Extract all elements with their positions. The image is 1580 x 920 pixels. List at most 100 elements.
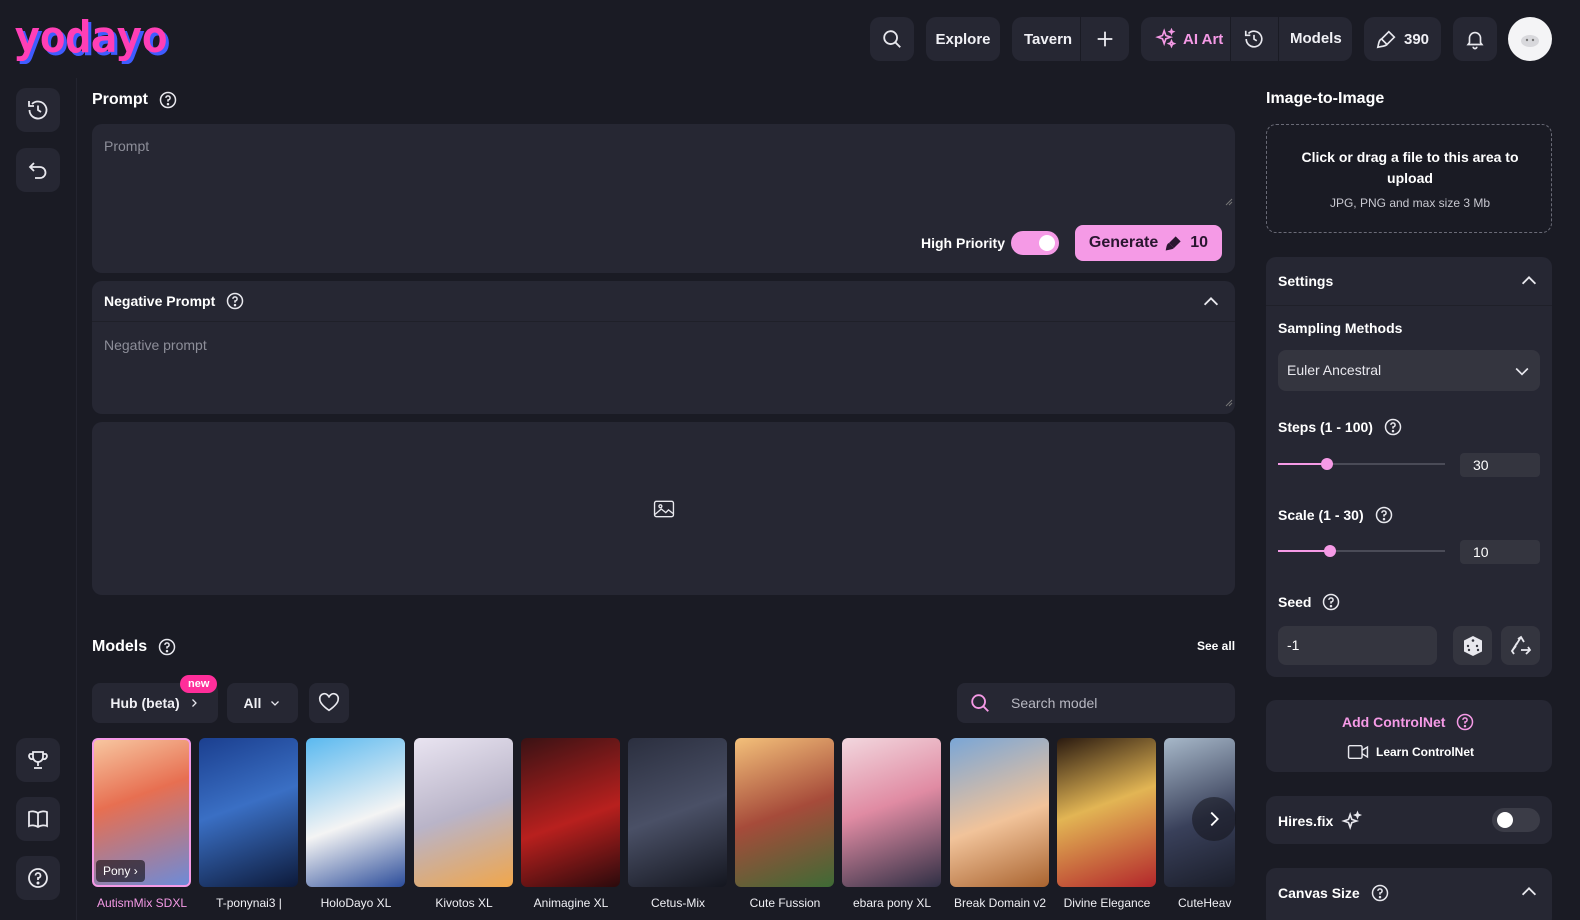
prompt-title: Prompt bbox=[92, 91, 148, 108]
chevron-up-icon[interactable] bbox=[1518, 881, 1540, 903]
model-search-field[interactable]: Search model bbox=[957, 683, 1235, 723]
sampling-method-select[interactable]: Euler Ancestral bbox=[1278, 350, 1540, 391]
upload-limits: JPG, PNG and max size 3 Mb bbox=[1329, 196, 1491, 210]
model-card-label[interactable]: ebara pony XL bbox=[837, 896, 947, 910]
model-card-label[interactable]: Divine Elegance bbox=[1052, 896, 1162, 910]
add-button[interactable] bbox=[1094, 28, 1116, 54]
model-card-label[interactable]: HoloDayo XL bbox=[301, 896, 411, 910]
help-icon[interactable] bbox=[1383, 417, 1403, 437]
negative-prompt-input[interactable]: Negative prompt bbox=[104, 337, 207, 353]
model-card-label[interactable]: Break Domain v2 bbox=[945, 896, 1055, 910]
model-card-label[interactable]: CuteHeav bbox=[1164, 896, 1239, 910]
sampling-method-value: Euler Ancestral bbox=[1287, 362, 1382, 378]
rail-history-button[interactable] bbox=[16, 88, 60, 132]
hires-fix-label: Hires.fix bbox=[1278, 813, 1334, 829]
help-icon[interactable] bbox=[225, 291, 245, 311]
model-card-label[interactable]: T-ponynai3 | bbox=[194, 896, 304, 910]
help-icon bbox=[28, 868, 48, 888]
hires-fix-toggle[interactable] bbox=[1492, 808, 1540, 832]
generate-label: Generate bbox=[1088, 234, 1159, 251]
chevron-right-icon bbox=[1210, 811, 1219, 827]
model-card[interactable] bbox=[414, 738, 513, 887]
help-icon[interactable] bbox=[158, 90, 178, 110]
search-button[interactable] bbox=[870, 17, 914, 61]
prompt-heading: Prompt bbox=[92, 90, 178, 110]
history-button[interactable] bbox=[1243, 28, 1265, 54]
bell-icon bbox=[1466, 31, 1484, 50]
model-card-label[interactable]: AutismMix SDXL bbox=[87, 896, 197, 910]
model-card[interactable] bbox=[199, 738, 298, 887]
reuse-seed-button[interactable] bbox=[1501, 626, 1540, 665]
user-avatar[interactable] bbox=[1508, 17, 1552, 61]
scale-slider-thumb[interactable] bbox=[1324, 545, 1336, 557]
resize-handle-icon[interactable] bbox=[1225, 399, 1233, 407]
tavern-button[interactable]: Tavern bbox=[1024, 31, 1072, 48]
scale-input[interactable]: 10 bbox=[1460, 540, 1540, 564]
help-icon[interactable] bbox=[1455, 712, 1475, 732]
model-card[interactable] bbox=[521, 738, 620, 887]
help-icon[interactable] bbox=[1370, 883, 1390, 903]
dice-icon bbox=[1463, 635, 1482, 656]
ai-art-label: AI Art bbox=[1183, 30, 1224, 48]
add-controlnet-button[interactable]: Add ControlNet bbox=[1342, 712, 1475, 732]
image-placeholder-icon bbox=[653, 500, 675, 518]
avatar-icon bbox=[1521, 35, 1539, 47]
video-icon bbox=[1347, 744, 1369, 760]
see-all-link[interactable]: See all bbox=[1197, 639, 1235, 653]
carousel-next-button[interactable] bbox=[1192, 797, 1236, 841]
learn-controlnet-label: Learn ControlNet bbox=[1376, 745, 1475, 759]
search-icon bbox=[883, 30, 901, 48]
generate-button[interactable]: Generate 10 bbox=[1075, 225, 1222, 261]
rail-book-button[interactable] bbox=[16, 797, 60, 841]
steps-input[interactable]: 30 bbox=[1460, 453, 1540, 477]
image-upload-dropzone[interactable]: Click or drag a file to this area to upl… bbox=[1266, 124, 1552, 233]
filter-label: All bbox=[243, 695, 262, 711]
canvas-size-heading: Canvas Size bbox=[1278, 883, 1390, 903]
steps-slider-thumb[interactable] bbox=[1321, 458, 1333, 470]
model-filter-dropdown[interactable]: All bbox=[227, 683, 298, 723]
favorites-button[interactable] bbox=[309, 683, 349, 723]
model-card[interactable] bbox=[628, 738, 727, 887]
model-card-label[interactable]: Cute Fussion bbox=[730, 896, 840, 910]
resize-handle-icon[interactable] bbox=[1225, 198, 1233, 206]
brush-credit-icon bbox=[1165, 236, 1181, 251]
base-model-tag[interactable]: Pony › bbox=[96, 860, 145, 882]
model-card[interactable] bbox=[950, 738, 1049, 887]
rail-trophy-button[interactable] bbox=[16, 738, 60, 782]
random-seed-button[interactable] bbox=[1453, 626, 1492, 665]
sparkles-icon bbox=[1155, 28, 1177, 49]
model-card[interactable] bbox=[735, 738, 834, 887]
trophy-icon bbox=[28, 751, 48, 769]
credits-button[interactable]: 390 bbox=[1364, 17, 1441, 61]
high-priority-toggle[interactable] bbox=[1011, 231, 1059, 255]
hires-fix-heading: Hires.fix bbox=[1278, 810, 1363, 832]
brush-credit-icon bbox=[1376, 30, 1396, 49]
yodayo-logo[interactable]: yodayo bbox=[14, 10, 168, 66]
sampling-methods-label: Sampling Methods bbox=[1278, 320, 1403, 336]
search-model-placeholder[interactable]: Search model bbox=[1011, 695, 1097, 711]
chevron-up-icon[interactable] bbox=[1200, 291, 1222, 313]
model-card-label[interactable]: Animagine XL bbox=[516, 896, 626, 910]
rail-undo-button[interactable] bbox=[16, 148, 60, 192]
model-card[interactable] bbox=[306, 738, 405, 887]
explore-button[interactable]: Explore bbox=[926, 17, 1000, 61]
help-icon[interactable] bbox=[1374, 505, 1394, 525]
add-controlnet-label: Add ControlNet bbox=[1342, 714, 1446, 730]
rail-help-button[interactable] bbox=[16, 856, 60, 900]
model-card-label[interactable]: Kivotos XL bbox=[409, 896, 519, 910]
prompt-input[interactable]: Prompt bbox=[104, 138, 149, 154]
model-card-label[interactable]: Cetus-Mix bbox=[623, 896, 733, 910]
learn-controlnet-link[interactable]: Learn ControlNet bbox=[1347, 743, 1474, 761]
nav-divider bbox=[1230, 17, 1231, 61]
steps-slider-fill bbox=[1278, 463, 1327, 465]
model-card[interactable] bbox=[1057, 738, 1156, 887]
models-button[interactable]: Models bbox=[1290, 30, 1342, 47]
model-card[interactable] bbox=[842, 738, 941, 887]
help-icon[interactable] bbox=[157, 637, 177, 657]
notifications-button[interactable] bbox=[1453, 17, 1497, 61]
chevron-up-icon[interactable] bbox=[1518, 270, 1540, 292]
seed-input[interactable]: -1 bbox=[1278, 626, 1437, 665]
ai-art-button[interactable]: AI Art bbox=[1155, 28, 1223, 50]
ai-art-group: AI Art Models bbox=[1141, 17, 1352, 61]
help-icon[interactable] bbox=[1321, 592, 1341, 612]
